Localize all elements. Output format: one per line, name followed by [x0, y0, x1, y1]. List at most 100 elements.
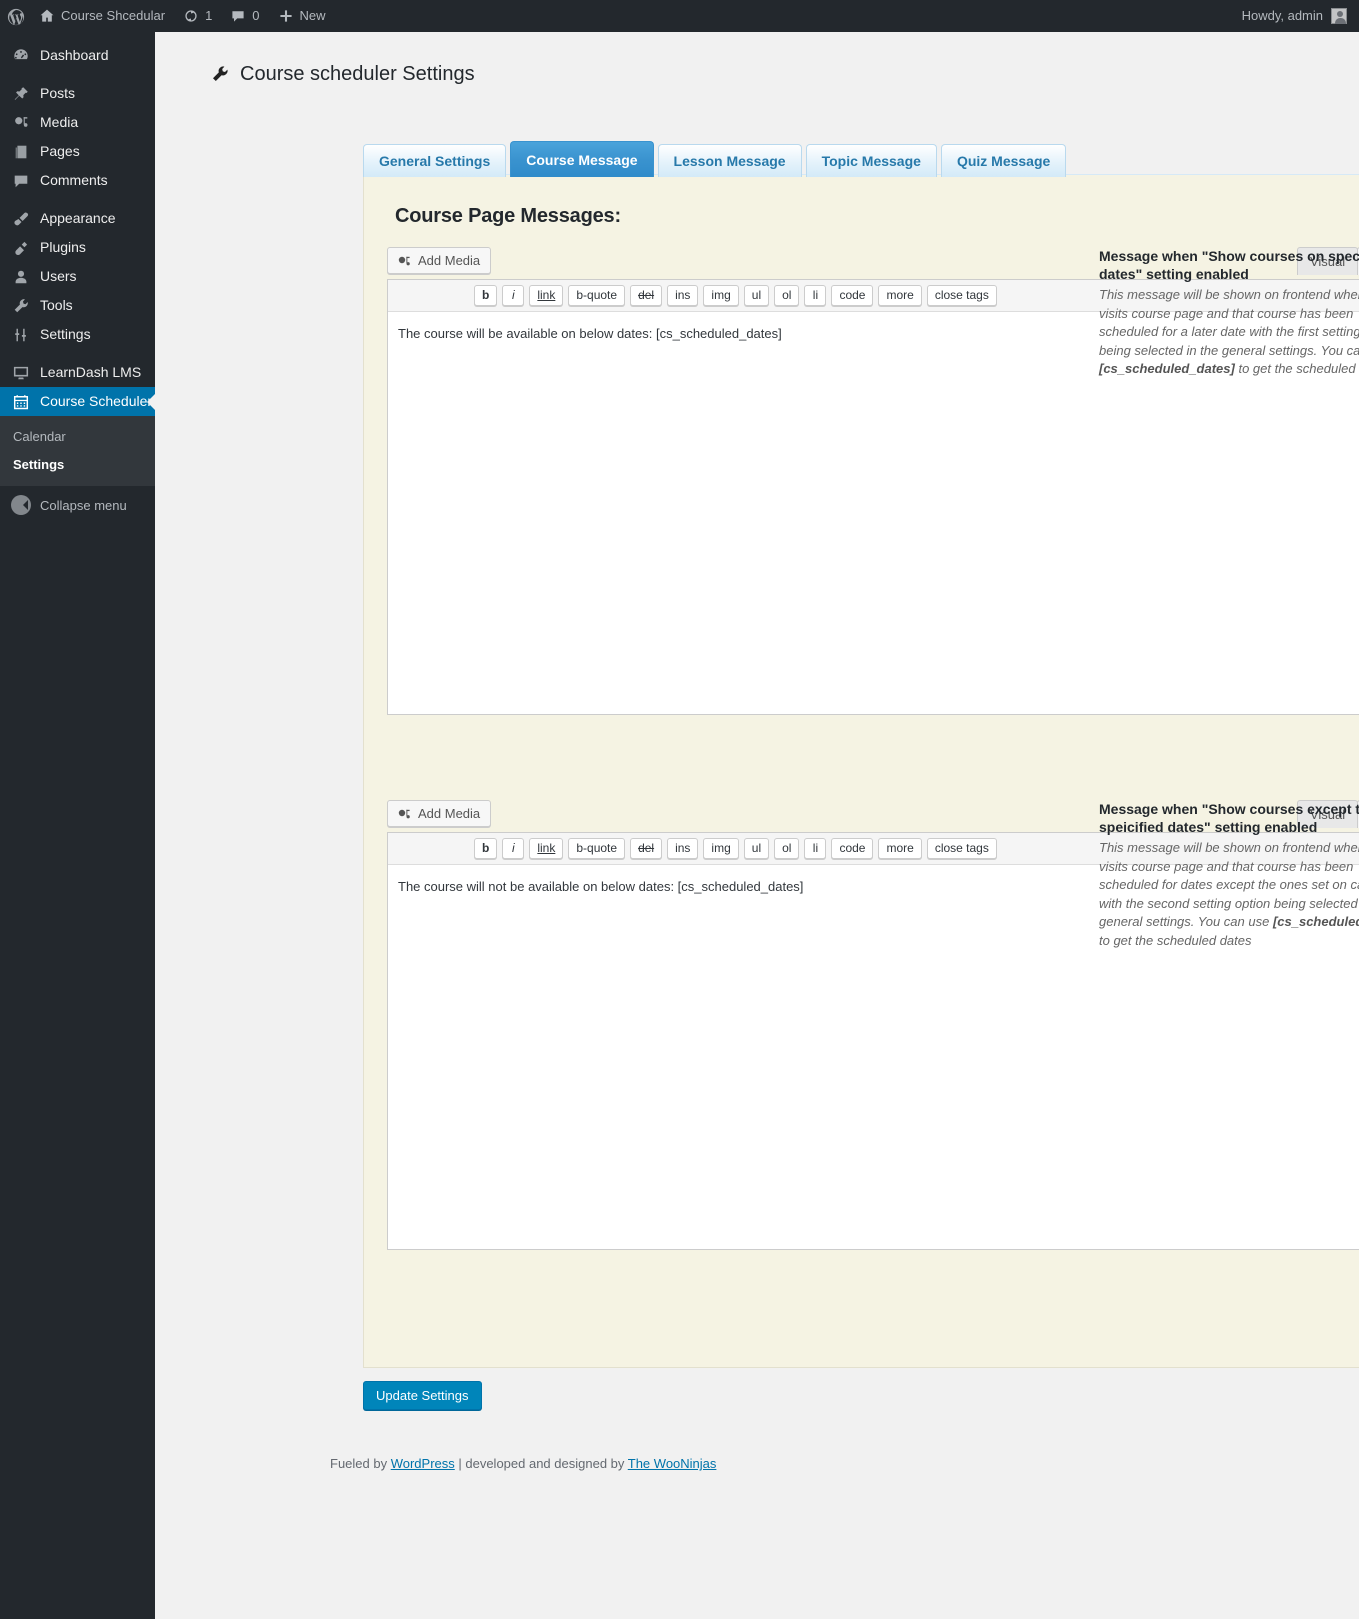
admin-sidebar: Dashboard Posts Media Pages Comments App… — [0, 32, 155, 1619]
collapse-menu-button[interactable]: Collapse menu — [0, 486, 155, 524]
quicktag-ol[interactable]: ol — [774, 285, 800, 306]
sidebar-item-learndash-lms[interactable]: LearnDash LMS — [0, 358, 155, 387]
panel-heading: Course Page Messages: — [395, 205, 621, 227]
desktop-icon — [11, 363, 31, 383]
wooninjas-link[interactable]: The WooNinjas — [628, 1456, 717, 1471]
my-account-menu[interactable]: Howdy, admin — [1242, 0, 1359, 32]
pin-icon — [11, 84, 31, 104]
quicktag-bquote[interactable]: b-quote — [568, 838, 626, 859]
admin-bar: Course Shcedular 1 0 New Howdy, admin — [0, 0, 1359, 32]
quicktag-more[interactable]: more — [878, 838, 922, 859]
quicktag-ins[interactable]: ins — [667, 285, 699, 306]
quicktag-ins[interactable]: ins — [667, 838, 699, 859]
avatar — [1331, 8, 1347, 24]
tab-quiz-message[interactable]: Quiz Message — [940, 144, 1067, 177]
quicktag-close-tags[interactable]: close tags — [926, 285, 997, 306]
sidebar-item-plugins[interactable]: Plugins — [0, 233, 155, 262]
submenu-item-settings[interactable]: Settings — [0, 451, 155, 479]
quicktag-italic[interactable]: i — [502, 838, 525, 859]
tab-topic-message[interactable]: Topic Message — [805, 144, 937, 177]
add-media-label: Add Media — [418, 253, 481, 268]
updates-count: 1 — [205, 8, 213, 23]
wordpress-link[interactable]: WordPress — [391, 1456, 455, 1471]
sidebar-item-label: LearnDash LMS — [40, 364, 142, 380]
tab-lesson-message[interactable]: Lesson Message — [657, 144, 802, 177]
quicktag-ul[interactable]: ul — [743, 838, 770, 859]
sidebar-item-settings[interactable]: Settings — [0, 320, 155, 349]
sidebar-item-course-scheduler[interactable]: Course Scheduler — [0, 387, 155, 416]
quicktag-del[interactable]: del — [630, 838, 663, 859]
sidebar-item-users[interactable]: Users — [0, 262, 155, 291]
quicktag-italic[interactable]: i — [502, 285, 525, 306]
site-name-menu[interactable]: Course Shcedular — [30, 0, 174, 32]
wp-logo-menu[interactable] — [0, 0, 30, 32]
sidebar-item-label: Users — [40, 268, 77, 284]
sidebar-item-label: Plugins — [40, 239, 86, 255]
sidebar-item-tools[interactable]: Tools — [0, 291, 155, 320]
description-title-1: Message when "Show courses on specified … — [1099, 248, 1359, 282]
course-scheduler-submenu: Calendar Settings — [0, 416, 155, 486]
sidebar-item-media[interactable]: Media — [0, 108, 155, 137]
user-icon — [11, 267, 31, 287]
tab-general-settings[interactable]: General Settings — [363, 144, 507, 177]
sidebar-item-label: Appearance — [40, 210, 116, 226]
updates-menu[interactable]: 1 — [174, 0, 221, 32]
add-media-button-2[interactable]: Add Media — [387, 800, 492, 827]
footer-credits: Fueled by WordPress | developed and desi… — [330, 1456, 716, 1471]
sidebar-item-dashboard[interactable]: Dashboard — [0, 41, 155, 70]
add-media-button-1[interactable]: Add Media — [387, 247, 492, 274]
menu-spacer — [0, 70, 155, 79]
main-content: Course scheduler Settings General Settin… — [155, 32, 1359, 1619]
page-title: Course scheduler Settings — [155, 32, 1359, 86]
editor-1-description: Message when "Show courses on specified … — [1099, 247, 1359, 379]
calendar-icon — [11, 392, 31, 412]
plug-icon — [11, 238, 31, 258]
quicktag-bold[interactable]: b — [474, 838, 498, 859]
footer-fueled-by: Fueled by — [330, 1456, 391, 1471]
quicktag-code[interactable]: code — [831, 838, 874, 859]
quicktag-more[interactable]: more — [878, 285, 922, 306]
sidebar-item-posts[interactable]: Posts — [0, 79, 155, 108]
submenu-item-calendar[interactable]: Calendar — [0, 423, 155, 451]
sidebar-item-label: Posts — [40, 85, 76, 101]
media-icon — [396, 806, 412, 822]
admin-footer: Fueled by WordPress | developed and desi… — [330, 1456, 1359, 1471]
sidebar-item-label: Comments — [40, 172, 108, 188]
new-content-label: New — [299, 8, 326, 23]
update-settings-button[interactable]: Update Settings — [363, 1381, 482, 1410]
quicktag-ul[interactable]: ul — [743, 285, 770, 306]
media-icon — [11, 113, 31, 133]
course-message-panel: Course Page Messages: Add Media Visual b… — [363, 174, 1359, 1368]
add-media-label: Add Media — [418, 806, 481, 821]
sidebar-item-comments[interactable]: Comments — [0, 166, 155, 195]
dashboard-icon — [11, 46, 31, 66]
comments-menu[interactable]: 0 — [221, 0, 268, 32]
sidebar-item-label: Settings — [40, 326, 91, 342]
brush-icon — [11, 209, 31, 229]
quicktag-bold[interactable]: b — [474, 285, 498, 306]
site-name-label: Course Shcedular — [61, 8, 166, 23]
sidebar-item-pages[interactable]: Pages — [0, 137, 155, 166]
quicktag-img[interactable]: img — [703, 285, 739, 306]
quicktag-close-tags[interactable]: close tags — [926, 838, 997, 859]
sidebar-item-appearance[interactable]: Appearance — [0, 204, 155, 233]
sidebar-item-label: Tools — [40, 297, 73, 313]
wordpress-logo-icon — [7, 8, 25, 26]
tab-course-message[interactable]: Course Message — [510, 141, 654, 177]
collapse-arrow-icon — [11, 495, 31, 515]
quicktag-code[interactable]: code — [831, 285, 874, 306]
quicktag-link[interactable]: link — [529, 838, 564, 859]
quicktag-img[interactable]: img — [703, 838, 739, 859]
comment-bubble-icon — [230, 8, 246, 24]
quicktag-li[interactable]: li — [804, 285, 827, 306]
plus-icon — [278, 8, 294, 24]
sidebar-item-label: Media — [40, 114, 79, 130]
page-title-text: Course scheduler Settings — [240, 63, 475, 85]
quicktag-ol[interactable]: ol — [774, 838, 800, 859]
quicktag-link[interactable]: link — [529, 285, 564, 306]
media-icon — [396, 253, 412, 269]
quicktag-li[interactable]: li — [804, 838, 827, 859]
quicktag-bquote[interactable]: b-quote — [568, 285, 626, 306]
new-content-menu[interactable]: New — [269, 0, 335, 32]
quicktag-del[interactable]: del — [630, 285, 663, 306]
